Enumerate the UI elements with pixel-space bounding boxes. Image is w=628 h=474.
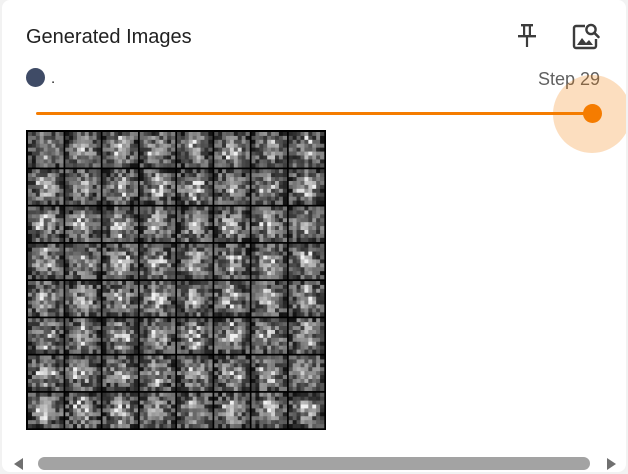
image-tile bbox=[65, 169, 101, 205]
image-tile bbox=[102, 355, 139, 392]
image-tile bbox=[288, 355, 325, 392]
image-tile bbox=[251, 318, 288, 354]
image-tile bbox=[177, 243, 213, 280]
generated-image-grid bbox=[26, 130, 326, 430]
image-tile bbox=[177, 132, 213, 168]
slider-track[interactable] bbox=[36, 112, 592, 115]
image-tile bbox=[214, 169, 250, 205]
image-tile bbox=[214, 132, 250, 168]
image-tile bbox=[251, 169, 288, 205]
image-tile bbox=[139, 318, 176, 354]
image-tile bbox=[251, 206, 288, 243]
image-tile bbox=[288, 281, 325, 317]
image-tile bbox=[102, 243, 139, 280]
image-tile bbox=[177, 392, 213, 429]
image-tile bbox=[139, 243, 176, 280]
pin-button[interactable] bbox=[509, 18, 545, 54]
image-tile bbox=[65, 243, 101, 280]
image-tile bbox=[65, 132, 101, 168]
image-tile bbox=[177, 206, 213, 243]
image-tile bbox=[102, 318, 139, 354]
image-tile bbox=[102, 206, 139, 243]
step-slider[interactable] bbox=[36, 75, 626, 153]
image-tile bbox=[139, 132, 176, 168]
image-tile bbox=[177, 355, 213, 392]
image-tile bbox=[28, 169, 64, 205]
image-tile bbox=[65, 318, 101, 354]
image-tile bbox=[65, 392, 101, 429]
image-tile bbox=[65, 281, 101, 317]
image-tile bbox=[139, 169, 176, 205]
run-row: . bbox=[26, 66, 55, 88]
image-tile bbox=[139, 355, 176, 392]
image-tile bbox=[251, 355, 288, 392]
pin-icon bbox=[518, 24, 536, 47]
image-tile bbox=[65, 206, 101, 243]
run-label: . bbox=[51, 70, 56, 87]
image-tile bbox=[102, 281, 139, 317]
image-tile bbox=[214, 281, 250, 317]
image-search-icon bbox=[572, 23, 600, 50]
image-tile bbox=[288, 169, 325, 205]
image-tile bbox=[214, 318, 250, 354]
image-tile bbox=[288, 243, 325, 280]
image-tile bbox=[28, 318, 64, 354]
card-title: Generated Images bbox=[26, 26, 192, 48]
image-tile bbox=[102, 392, 139, 429]
image-tile bbox=[28, 355, 64, 392]
image-tile bbox=[28, 206, 64, 243]
image-tile bbox=[288, 392, 325, 429]
image-tile bbox=[214, 206, 250, 243]
image-tile bbox=[139, 281, 176, 317]
image-tile bbox=[28, 132, 64, 168]
image-tile bbox=[214, 355, 250, 392]
image-tile bbox=[28, 281, 64, 317]
view-image-button[interactable] bbox=[568, 18, 604, 54]
image-tile bbox=[102, 169, 139, 205]
image-tile bbox=[177, 169, 213, 205]
horizontal-scrollbar[interactable] bbox=[10, 456, 618, 472]
image-tile bbox=[28, 392, 64, 429]
generated-image bbox=[26, 130, 326, 430]
image-tile bbox=[288, 318, 325, 354]
image-card: Generated Images . Step 29 bbox=[2, 0, 626, 472]
scrollbar-thumb[interactable] bbox=[38, 457, 590, 470]
image-tile bbox=[214, 392, 250, 429]
image-tile bbox=[214, 243, 250, 280]
image-tile bbox=[251, 243, 288, 280]
image-tile bbox=[251, 392, 288, 429]
slider-thumb[interactable] bbox=[582, 104, 602, 123]
triangle-left-icon[interactable] bbox=[14, 458, 23, 470]
image-tile bbox=[139, 206, 176, 243]
triangle-right-icon[interactable] bbox=[607, 458, 616, 470]
run-color-dot bbox=[26, 67, 45, 87]
image-tile bbox=[288, 132, 325, 168]
image-tile bbox=[28, 243, 64, 280]
image-tile bbox=[65, 355, 101, 392]
image-tile bbox=[102, 132, 139, 168]
image-tile bbox=[177, 281, 213, 317]
image-tile bbox=[139, 392, 176, 429]
image-tile bbox=[251, 132, 288, 168]
image-tile bbox=[251, 281, 288, 317]
image-tile bbox=[177, 318, 213, 354]
image-tile bbox=[288, 206, 325, 243]
